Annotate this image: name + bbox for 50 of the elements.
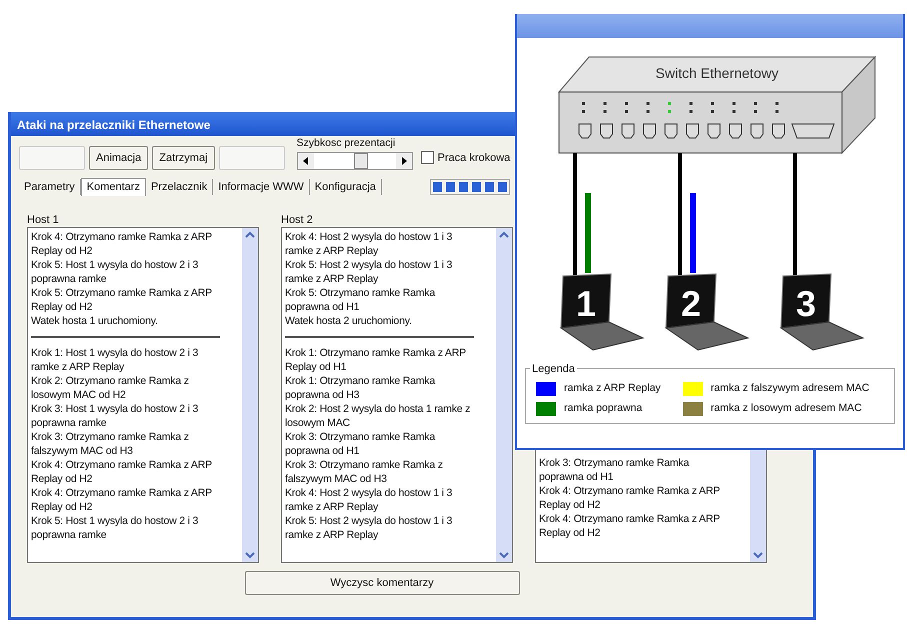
log-message: Krok 5: Host 1 wysyla do hostow 2 i 3 poprawna ramke bbox=[31, 514, 200, 542]
log-message: Krok 5: Otrzymano ramke Ramka z ARP Replay od H2 bbox=[31, 286, 213, 314]
tab[interactable]: Komentarz bbox=[80, 178, 146, 196]
host-number: 2 bbox=[680, 283, 702, 324]
clear-comments-button[interactable]: Wyczysc komentarzy bbox=[244, 571, 520, 595]
legend-title: Legenda bbox=[530, 361, 577, 378]
tab[interactable]: Informacje WWW bbox=[213, 178, 310, 196]
switch-label: Switch Ethernetowy bbox=[656, 65, 778, 81]
log-message: Krok 4: Host 2 wysyla do hostow 1 i 3 ramke z ARP Replay bbox=[285, 486, 454, 514]
legend-label: ramka z losowym adresem MAC bbox=[710, 400, 862, 416]
step-mode-label: Praca krokowa bbox=[438, 150, 510, 166]
host-number: 3 bbox=[796, 283, 816, 324]
log-message: Krok 1: Otrzymano ramke Ramka z ARP Replay od H1 bbox=[285, 346, 467, 374]
log-message: Krok 3: Host 1 wysyla do hostow 2 i 3 poprawna ramke bbox=[31, 402, 200, 430]
legend-label: ramka z ARP Replay bbox=[564, 381, 661, 396]
log-message: Krok 1: Otrzymano ramke Ramka poprawna od H3 bbox=[285, 374, 436, 402]
slider-thumb[interactable] bbox=[354, 153, 368, 169]
log-message: Krok 3: Otrzymano ramke Ramka z falszywym MAC od H3 bbox=[31, 430, 190, 458]
speed-label: Szybkosc prezentacji bbox=[296, 136, 396, 152]
log-message: Krok 4: Otrzymano ramke Ramka z ARP Replay od H2 bbox=[31, 486, 213, 514]
log-message: Krok 5: Host 1 wysyla do hostow 2 i 3 poprawna ramke bbox=[31, 258, 200, 286]
tab[interactable]: Przelacznik bbox=[146, 178, 214, 196]
toolbar-button[interactable]: Animacja bbox=[89, 146, 148, 170]
log-message: Krok 1: Host 1 wysyla do hostow 2 i 3 ramke z ARP Replay bbox=[31, 346, 200, 374]
legend-label: ramka poprawna bbox=[564, 400, 642, 416]
log-message: Watek hosta 2 uruchomiony. bbox=[285, 314, 413, 328]
log-message: Krok 2: Host 2 wysyla do hosta 1 ramke z losowym MAC bbox=[285, 402, 472, 430]
log-message: Krok 5: Otrzymano ramke Ramka poprawna od H1 bbox=[285, 286, 436, 314]
log-message: Krok 3: Otrzymano ramke Ramka z falszywym MAC od H3 bbox=[285, 458, 444, 486]
log-message: Krok 4: Host 2 wysyla do hostow 1 i 3 ramke z ARP Replay bbox=[285, 230, 454, 258]
host-label: Host 2 bbox=[281, 213, 314, 227]
legend-label: ramka z falszywym adresem MAC bbox=[710, 381, 870, 396]
log-message: Krok 3: Otrzymano ramke Ramka poprawna od H1 bbox=[285, 430, 436, 458]
log-message: Krok 4: Otrzymano ramke Ramka z ARP Replay od H2 bbox=[31, 458, 213, 486]
host-label: Host 1 bbox=[27, 213, 60, 227]
tab[interactable]: Konfiguracja bbox=[310, 178, 382, 196]
log-message: Krok 3: Otrzymano ramke Ramka poprawna od H1 bbox=[539, 456, 690, 484]
log-message: Krok 4: Otrzymano ramke Ramka z ARP Replay od H2 bbox=[539, 512, 721, 540]
log-message: Krok 5: Host 2 wysyla do hostow 1 i 3 ramke z ARP Replay bbox=[285, 514, 454, 542]
log-message: Krok 4: Otrzymano ramke Ramka z ARP Replay od H2 bbox=[31, 230, 213, 258]
speed-slider[interactable] bbox=[296, 152, 413, 170]
log-message: Watek hosta 1 uruchomiony. bbox=[31, 314, 159, 328]
toolbar-button[interactable]: Zatrzymaj bbox=[152, 146, 215, 170]
log-message: Krok 2: Otrzymano ramke Ramka z losowym MAC od H2 bbox=[31, 374, 190, 402]
log-message: Krok 4: Otrzymano ramke Ramka z ARP Replay od H2 bbox=[539, 484, 721, 512]
checkbox[interactable] bbox=[420, 151, 434, 164]
scrollbar[interactable] bbox=[242, 228, 258, 562]
host-number: 1 bbox=[576, 283, 596, 324]
scrollbar[interactable] bbox=[496, 228, 512, 562]
log-message: Krok 5: Host 2 wysyla do hostow 1 i 3 ramke z ARP Replay bbox=[285, 258, 454, 286]
